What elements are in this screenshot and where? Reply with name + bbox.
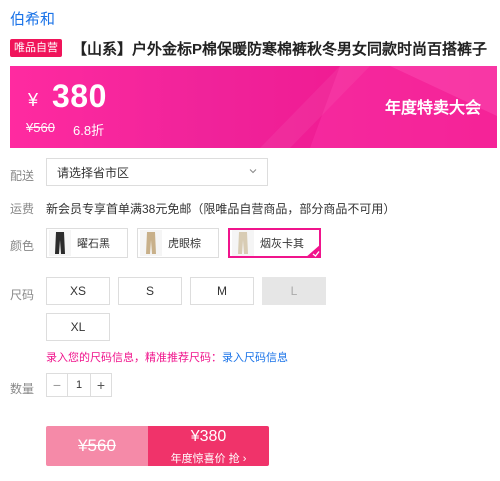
quantity-input[interactable]: 1 xyxy=(67,374,91,396)
color-swatch-khaki xyxy=(232,230,254,256)
size-option-m[interactable]: M xyxy=(190,277,254,305)
buy-now-button[interactable]: ¥380 年度惊喜价 抢 › xyxy=(148,426,269,466)
shipping-info: 新会员专享首单满38元免邮（限唯品自营商品，部分商品不可用） xyxy=(46,202,396,216)
quantity-stepper: − 1 + xyxy=(46,373,112,397)
event-name: 年度特卖大会 xyxy=(384,100,481,117)
shipping-label: 运费 xyxy=(10,202,35,216)
color-option-khaki[interactable]: 烟灰卡其 xyxy=(228,228,321,258)
region-select[interactable]: 请选择省市区 xyxy=(46,158,268,186)
chevron-down-icon xyxy=(249,169,257,174)
size-info-prompt[interactable]: 录入您的尺码信息，精准推荐尺码： xyxy=(46,352,222,364)
size-option-s[interactable]: S xyxy=(118,277,182,305)
price-banner: ¥ 380 ¥560 6.8折 年度特卖大会 xyxy=(10,66,497,148)
title-row: 唯品自营 【山系】户外金标P棉保暖防寒棉裤秋冬男女同款时尚百搭裤子 xyxy=(10,38,495,58)
color-option-brown[interactable]: 虎眼棕 xyxy=(137,228,219,258)
currency-symbol: ¥ xyxy=(28,90,39,110)
size-option-l: L xyxy=(262,277,326,305)
quantity-plus-button[interactable]: + xyxy=(91,374,111,396)
quantity-minus-button[interactable]: − xyxy=(47,374,67,396)
buy-price: ¥380 xyxy=(190,428,227,445)
sale-price: 380 xyxy=(52,78,107,114)
color-swatch-black xyxy=(49,230,71,256)
discount-rate: 6.8折 xyxy=(73,123,105,138)
color-label: 颜色 xyxy=(10,239,35,253)
color-name: 虎眼棕 xyxy=(168,238,201,250)
size-info-link[interactable]: 录入尺码信息 xyxy=(222,352,288,364)
color-swatch-brown xyxy=(140,230,162,256)
original-price-button[interactable]: ¥560 xyxy=(46,426,148,466)
delivery-label: 配送 xyxy=(10,169,35,183)
region-select-text: 请选择省市区 xyxy=(57,165,130,180)
size-info: 录入您的尺码信息，精准推荐尺码：录入尺码信息 xyxy=(46,349,288,365)
selected-check-icon xyxy=(305,244,321,258)
size-option-xs[interactable]: XS xyxy=(46,277,110,305)
product-title: 【山系】户外金标P棉保暖防寒棉裤秋冬男女同款时尚百搭裤子 xyxy=(72,40,488,58)
size-option-xl[interactable]: XL xyxy=(46,313,110,341)
original-price: ¥560 xyxy=(26,120,55,135)
color-name: 曜石黑 xyxy=(77,238,110,250)
self-operated-badge: 唯品自营 xyxy=(10,39,62,57)
size-label: 尺码 xyxy=(10,288,35,302)
buy-subtitle: 年度惊喜价 抢 › xyxy=(170,453,247,465)
color-option-black[interactable]: 曜石黑 xyxy=(46,228,128,258)
quantity-label: 数量 xyxy=(10,382,35,396)
brand-link[interactable]: 伯希和 xyxy=(10,8,55,29)
